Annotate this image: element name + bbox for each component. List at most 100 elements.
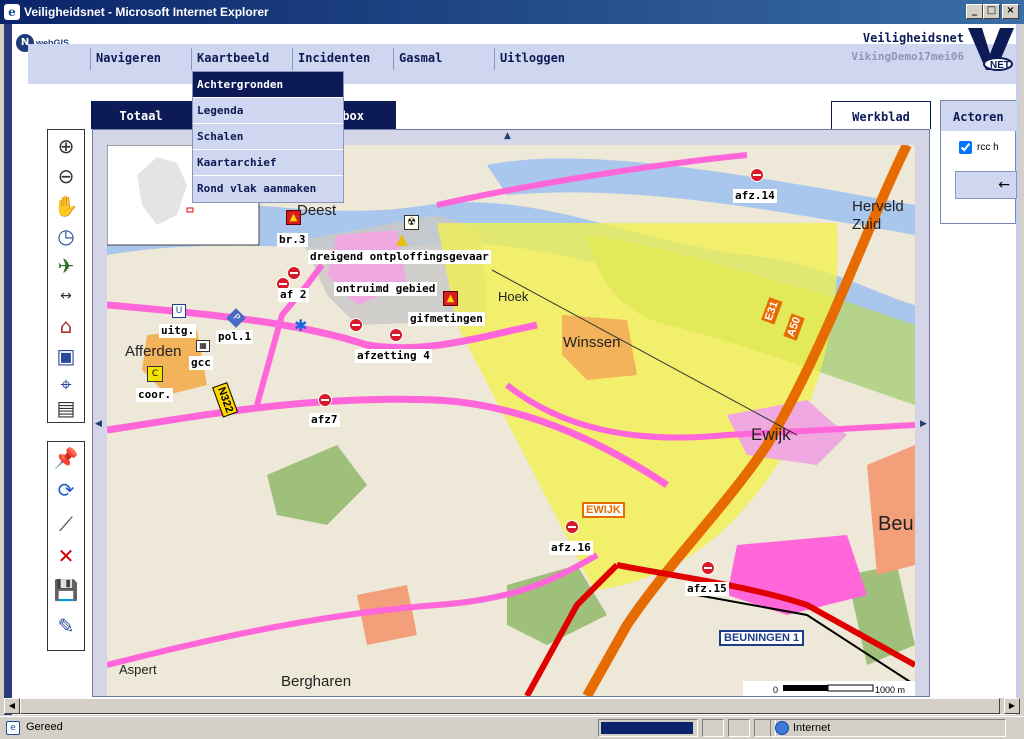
roadblock-icon[interactable] [318,393,332,407]
save-icon[interactable]: 💾 [51,576,81,604]
town-aspert: Aspert [119,662,157,677]
label-gifmetingen[interactable]: gifmetingen [408,312,485,326]
helicopter-icon[interactable]: ✈ [51,252,81,280]
menu-uitloggen[interactable]: Uitloggen [494,48,598,70]
roadblock-icon[interactable] [750,168,764,182]
actoren-title: Actoren [941,101,1017,131]
menu-gasmal[interactable]: Gasmal [393,48,497,70]
exit-marker-icon[interactable]: U [172,304,186,318]
kaartbeeld-dropdown: Achtergronden Legenda Schalen Kaartarchi… [192,71,344,203]
dropdown-legenda[interactable]: Legenda [193,98,343,124]
label-afz14[interactable]: afz.14 [733,189,777,203]
maximize-button[interactable]: □ [983,4,1000,19]
command-post-icon[interactable]: ▦ [196,340,210,352]
dropdown-rond-vlak-aanmaken[interactable]: Rond vlak aanmaken [193,176,343,202]
session-name: VikingDemo17mei06 [851,50,964,63]
roadblock-icon[interactable] [701,561,715,575]
town-bergharen: Bergharen [281,673,352,690]
town-winssen: Winssen [563,334,621,351]
roadblock-icon[interactable] [565,520,579,534]
home-icon[interactable]: ⌂ [51,312,81,340]
label-afzetting-4[interactable]: afzetting 4 [355,349,432,363]
pan-north-arrow[interactable]: ▲ [504,132,511,141]
tab-totaal[interactable]: Totaal [91,101,191,129]
menu-incidenten[interactable]: Incidenten [292,48,396,70]
scroll-thumb[interactable] [20,698,1000,714]
dropdown-kaartarchief[interactable]: Kaartarchief [193,150,343,176]
ambulance-star-icon[interactable]: ✱ [294,318,307,334]
label-ontruimd-gebied[interactable]: ontruimd gebied [334,282,438,296]
label-afz16[interactable]: afz.16 [549,541,593,555]
fire-brigade-icon[interactable]: ▲ [286,210,301,225]
app-title: Veiligheidsnet [862,31,964,45]
minimize-button[interactable]: _ [966,4,983,19]
dropdown-schalen[interactable]: Schalen [193,124,343,150]
ie-icon: e [4,4,20,20]
zone-panel: Internet [770,719,1006,737]
menu-kaartbeeld[interactable]: Kaartbeeld [191,48,295,70]
zoom-out-icon[interactable]: ⊖ [51,162,81,190]
window-title: Veiligheidsnet - Microsoft Internet Expl… [24,5,269,19]
zoom-in-icon[interactable]: ⊕ [51,132,81,160]
delete-line-icon[interactable]: ✕ [51,542,81,570]
fire-brigade-icon[interactable]: ▲ [443,291,458,306]
actoren-checkbox-label: rcc h [977,142,999,153]
actoren-checkbox[interactable] [959,141,972,154]
town-afferden: Afferden [125,343,182,360]
refresh-icon[interactable]: ⟳ [51,476,81,504]
pan-west-arrow[interactable]: ◀ [95,420,102,429]
map-toolbar: ⊕ ⊖ ✋ ◷ ✈ ↔ ⌂ ▣ ⌖ ▤ [47,129,85,423]
label-af2[interactable]: af 2 [278,288,309,302]
clock-icon[interactable]: ◷ [51,222,81,250]
edit-toolbar: 📌 ⟳ ⟋ ✕ 💾 ✎ [47,441,85,651]
label-afz7[interactable]: afz7 [309,413,340,427]
edit-object-icon[interactable]: ✎ [51,612,81,640]
page-icon: e [6,721,20,735]
window-title-bar: e Veiligheidsnet - Microsoft Internet Ex… [0,0,1024,24]
label-gcc[interactable]: gcc [189,356,213,370]
pan-hand-icon[interactable]: ✋ [51,192,81,220]
coordination-marker-icon[interactable]: C [147,366,163,382]
town-beuningen: Beu [878,513,914,535]
print-icon[interactable]: ▤ [51,394,81,422]
roadblock-icon[interactable] [389,328,403,342]
tab-werkblad[interactable]: Werkblad [831,101,931,129]
town-ewijk: Ewijk [751,425,791,444]
scroll-left-icon[interactable]: ◀ [4,698,20,714]
status-panel [728,719,750,737]
measure-icon[interactable]: ↔ [51,282,81,310]
vnet-logo-text: NET [990,60,1010,71]
warning-triangle-icon[interactable]: ▲ [396,232,408,247]
roadblock-icon[interactable] [349,318,363,332]
vnet-logo-icon: NET [968,28,1014,71]
roadblock-icon[interactable] [287,266,301,280]
overview-icon[interactable]: ▣ [51,342,81,370]
road-sign-ewijk: EWIJK [582,502,625,518]
pan-east-arrow[interactable]: ▶ [920,420,927,429]
zone-text: Internet [793,722,831,734]
label-dreigend-ontploffingsgevaar[interactable]: dreigend ontploffingsgevaar [308,250,491,264]
label-br3[interactable]: br.3 [277,233,308,247]
horizontal-scrollbar[interactable]: ◀ ▶ [4,698,1020,714]
town-hoek: Hoek [498,289,529,304]
label-coor[interactable]: coor. [136,388,174,402]
road-sign-beuningen: BEUNINGEN 1 [719,630,805,646]
town-herveld-zuid: Herveld Zuid [852,198,904,233]
internet-globe-icon [775,721,789,735]
menu-navigeren[interactable]: Navigeren [90,48,194,70]
actoren-panel: Actoren rcc h ← [940,100,1017,224]
scroll-right-icon[interactable]: ▶ [1004,698,1020,714]
map-canvas[interactable]: 0 1000 m [107,145,915,696]
place-marker-icon[interactable]: 📌 [51,444,81,472]
status-text: Gereed [26,721,63,733]
hazard-marker-icon[interactable]: ☢ [404,215,419,230]
label-afz15[interactable]: afz.15 [685,582,729,596]
progress-bar [598,719,698,737]
label-pol1[interactable]: pol.1 [216,330,254,344]
scale-start: 0 [773,685,778,695]
close-button[interactable]: × [1002,4,1019,19]
draw-line-icon[interactable]: ⟋ [51,510,81,538]
actoren-back-button[interactable]: ← [955,171,1017,199]
label-uitg[interactable]: uitg. [159,324,197,338]
dropdown-achtergronden[interactable]: Achtergronden [193,72,343,98]
